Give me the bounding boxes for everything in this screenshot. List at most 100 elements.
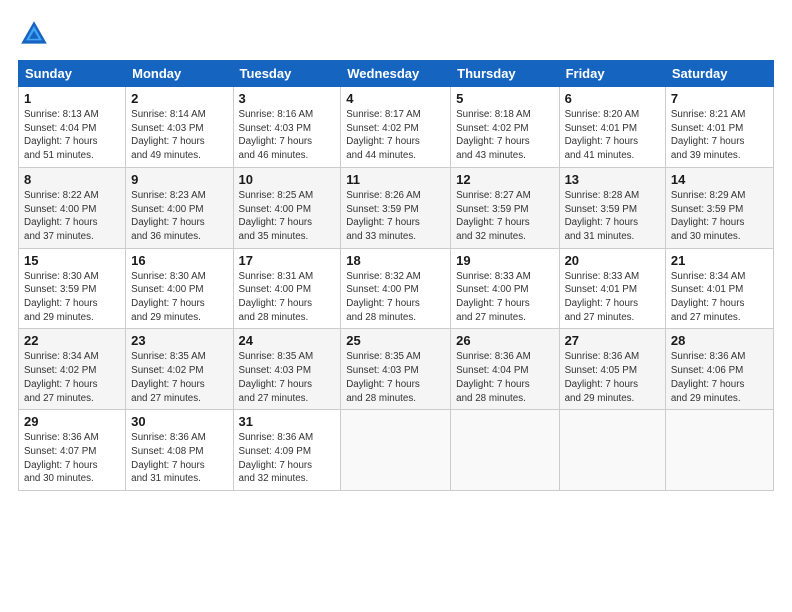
week-row-4: 22 Sunrise: 8:34 AM Sunset: 4:02 PM Dayli… (19, 329, 774, 410)
day-number: 22 (24, 333, 120, 348)
week-row-3: 15Sunrise: 8:30 AM Sunset: 3:59 PM Dayli… (19, 248, 774, 329)
day-info: Sunrise: 8:17 AM Sunset: 4:02 PM Dayligh… (346, 108, 445, 163)
calendar-cell (341, 410, 451, 491)
day-number: 3 (239, 91, 336, 106)
calendar-cell: 14Sunrise: 8:29 AM Sunset: 3:59 PM Dayli… (665, 167, 773, 248)
day-number: 29 (24, 414, 120, 429)
day-info: Sunrise: 8:35 AM Sunset: 4:02 PM Dayligh… (131, 350, 227, 405)
day-number: 4 (346, 91, 445, 106)
calendar-cell: 2 Sunrise: 8:14 AM Sunset: 4:03 PM Daylig… (126, 87, 233, 168)
day-number: 15 (24, 253, 120, 268)
day-number: 17 (239, 253, 336, 268)
day-info: Sunrise: 8:18 AM Sunset: 4:02 PM Dayligh… (456, 108, 553, 163)
day-info: Sunrise: 8:25 AM Sunset: 4:00 PM Dayligh… (239, 189, 336, 244)
week-row-5: 29Sunrise: 8:36 AM Sunset: 4:07 PM Dayli… (19, 410, 774, 491)
day-number: 23 (131, 333, 227, 348)
calendar-cell: 22 Sunrise: 8:34 AM Sunset: 4:02 PM Dayli… (19, 329, 126, 410)
day-info: Sunrise: 8:34 AM Sunset: 4:02 PM Dayligh… (24, 350, 120, 405)
day-number: 13 (565, 172, 660, 187)
day-number: 10 (239, 172, 336, 187)
day-number: 8 (24, 172, 120, 187)
day-info: Sunrise: 8:28 AM Sunset: 3:59 PM Dayligh… (565, 189, 660, 244)
day-info: Sunrise: 8:31 AM Sunset: 4:00 PM Dayligh… (239, 270, 336, 325)
calendar-cell (451, 410, 559, 491)
logo (18, 18, 54, 50)
day-number: 18 (346, 253, 445, 268)
header (18, 18, 774, 50)
calendar-cell: 31 Sunrise: 8:36 AM Sunset: 4:09 PM Dayli… (233, 410, 341, 491)
calendar-cell: 21Sunrise: 8:34 AM Sunset: 4:01 PM Dayli… (665, 248, 773, 329)
calendar-cell (665, 410, 773, 491)
day-number: 19 (456, 253, 553, 268)
day-info: Sunrise: 8:36 AM Sunset: 4:08 PM Dayligh… (131, 431, 227, 486)
day-number: 6 (565, 91, 660, 106)
day-info: Sunrise: 8:26 AM Sunset: 3:59 PM Dayligh… (346, 189, 445, 244)
calendar-cell: 9 Sunrise: 8:23 AM Sunset: 4:00 PM Daylig… (126, 167, 233, 248)
day-info: Sunrise: 8:13 AM Sunset: 4:04 PM Dayligh… (24, 108, 120, 163)
day-number: 5 (456, 91, 553, 106)
logo-icon (18, 18, 50, 50)
day-header-saturday: Saturday (665, 61, 773, 87)
day-number: 7 (671, 91, 768, 106)
calendar-cell: 11 Sunrise: 8:26 AM Sunset: 3:59 PM Dayli… (341, 167, 451, 248)
day-info: Sunrise: 8:33 AM Sunset: 4:00 PM Dayligh… (456, 270, 553, 325)
day-number: 9 (131, 172, 227, 187)
day-info: Sunrise: 8:30 AM Sunset: 4:00 PM Dayligh… (131, 270, 227, 325)
calendar-cell: 24 Sunrise: 8:35 AM Sunset: 4:03 PM Dayli… (233, 329, 341, 410)
calendar-cell: 28 Sunrise: 8:36 AM Sunset: 4:06 PM Dayli… (665, 329, 773, 410)
day-info: Sunrise: 8:20 AM Sunset: 4:01 PM Dayligh… (565, 108, 660, 163)
day-info: Sunrise: 8:14 AM Sunset: 4:03 PM Dayligh… (131, 108, 227, 163)
calendar-cell: 1 Sunrise: 8:13 AM Sunset: 4:04 PM Daylig… (19, 87, 126, 168)
day-info: Sunrise: 8:21 AM Sunset: 4:01 PM Dayligh… (671, 108, 768, 163)
calendar-cell: 6 Sunrise: 8:20 AM Sunset: 4:01 PM Daylig… (559, 87, 665, 168)
day-header-monday: Monday (126, 61, 233, 87)
calendar-cell: 26Sunrise: 8:36 AM Sunset: 4:04 PM Dayli… (451, 329, 559, 410)
calendar-cell: 13 Sunrise: 8:28 AM Sunset: 3:59 PM Dayli… (559, 167, 665, 248)
day-number: 30 (131, 414, 227, 429)
calendar-cell (559, 410, 665, 491)
day-number: 20 (565, 253, 660, 268)
calendar-cell: 10 Sunrise: 8:25 AM Sunset: 4:00 PM Dayli… (233, 167, 341, 248)
day-number: 14 (671, 172, 768, 187)
day-number: 2 (131, 91, 227, 106)
calendar-cell: 29Sunrise: 8:36 AM Sunset: 4:07 PM Dayli… (19, 410, 126, 491)
day-number: 31 (239, 414, 336, 429)
day-header-wednesday: Wednesday (341, 61, 451, 87)
day-number: 28 (671, 333, 768, 348)
day-info: Sunrise: 8:33 AM Sunset: 4:01 PM Dayligh… (565, 270, 660, 325)
day-info: Sunrise: 8:36 AM Sunset: 4:09 PM Dayligh… (239, 431, 336, 486)
calendar-cell: 16 Sunrise: 8:30 AM Sunset: 4:00 PM Dayli… (126, 248, 233, 329)
page: SundayMondayTuesdayWednesdayThursdayFrid… (0, 0, 792, 612)
day-info: Sunrise: 8:35 AM Sunset: 4:03 PM Dayligh… (346, 350, 445, 405)
day-header-sunday: Sunday (19, 61, 126, 87)
day-info: Sunrise: 8:23 AM Sunset: 4:00 PM Dayligh… (131, 189, 227, 244)
day-number: 25 (346, 333, 445, 348)
day-info: Sunrise: 8:22 AM Sunset: 4:00 PM Dayligh… (24, 189, 120, 244)
day-number: 16 (131, 253, 227, 268)
calendar-cell: 27Sunrise: 8:36 AM Sunset: 4:05 PM Dayli… (559, 329, 665, 410)
day-header-tuesday: Tuesday (233, 61, 341, 87)
calendar-cell: 25 Sunrise: 8:35 AM Sunset: 4:03 PM Dayli… (341, 329, 451, 410)
day-number: 11 (346, 172, 445, 187)
calendar-cell: 15Sunrise: 8:30 AM Sunset: 3:59 PM Dayli… (19, 248, 126, 329)
calendar-header-row: SundayMondayTuesdayWednesdayThursdayFrid… (19, 61, 774, 87)
week-row-2: 8 Sunrise: 8:22 AM Sunset: 4:00 PM Daylig… (19, 167, 774, 248)
day-number: 12 (456, 172, 553, 187)
calendar-cell: 12 Sunrise: 8:27 AM Sunset: 3:59 PM Dayli… (451, 167, 559, 248)
calendar-cell: 5 Sunrise: 8:18 AM Sunset: 4:02 PM Daylig… (451, 87, 559, 168)
day-number: 1 (24, 91, 120, 106)
calendar-cell: 17 Sunrise: 8:31 AM Sunset: 4:00 PM Dayli… (233, 248, 341, 329)
calendar-cell: 20 Sunrise: 8:33 AM Sunset: 4:01 PM Dayli… (559, 248, 665, 329)
calendar-cell: 8 Sunrise: 8:22 AM Sunset: 4:00 PM Daylig… (19, 167, 126, 248)
day-number: 26 (456, 333, 553, 348)
day-info: Sunrise: 8:27 AM Sunset: 3:59 PM Dayligh… (456, 189, 553, 244)
day-info: Sunrise: 8:35 AM Sunset: 4:03 PM Dayligh… (239, 350, 336, 405)
week-row-1: 1 Sunrise: 8:13 AM Sunset: 4:04 PM Daylig… (19, 87, 774, 168)
calendar-cell: 19 Sunrise: 8:33 AM Sunset: 4:00 PM Dayli… (451, 248, 559, 329)
day-info: Sunrise: 8:36 AM Sunset: 4:06 PM Dayligh… (671, 350, 768, 405)
calendar-cell: 23 Sunrise: 8:35 AM Sunset: 4:02 PM Dayli… (126, 329, 233, 410)
calendar-cell: 30 Sunrise: 8:36 AM Sunset: 4:08 PM Dayli… (126, 410, 233, 491)
calendar-cell: 18Sunrise: 8:32 AM Sunset: 4:00 PM Dayli… (341, 248, 451, 329)
calendar-table: SundayMondayTuesdayWednesdayThursdayFrid… (18, 60, 774, 491)
day-number: 24 (239, 333, 336, 348)
